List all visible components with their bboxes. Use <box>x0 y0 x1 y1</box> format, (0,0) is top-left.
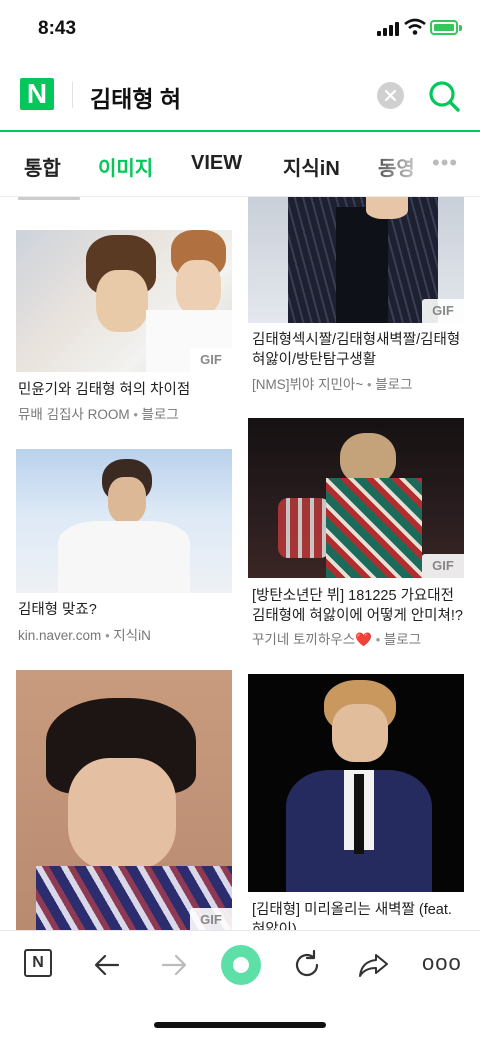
status-time: 8:43 <box>38 18 77 39</box>
result-source-name[interactable]: 꾸기네 토끼하우스❤️ <box>252 632 372 647</box>
battery-icon <box>430 20 458 35</box>
result-source-type: 블로그 <box>141 407 179 422</box>
result-source-type: 지식iN <box>113 628 151 643</box>
header-divider <box>72 82 73 108</box>
naver-logo[interactable]: N <box>20 78 54 110</box>
result-caption[interactable]: 김태형섹시짤/김태형새벽짤/김태형 혀앓이/방탄탐구생활 <box>252 330 466 370</box>
tabs-fade-overlay <box>360 140 430 188</box>
result-image[interactable]: GIF <box>16 230 232 372</box>
tab-knowledge-in[interactable]: 지식iN <box>283 152 340 181</box>
clear-search-button[interactable] <box>377 82 404 109</box>
naver-home-button[interactable]: N <box>22 947 58 983</box>
tab-view[interactable]: VIEW <box>191 152 242 175</box>
result-source-type: 블로그 <box>383 632 422 647</box>
gif-badge: GIF <box>422 554 464 578</box>
more-options-icon[interactable]: ooo <box>422 950 462 976</box>
result-image[interactable]: GIF <box>248 418 464 578</box>
tab-integrated[interactable]: 통합 <box>24 152 61 181</box>
result-source[interactable]: 꾸기네 토끼하우스❤️ • 블로그 <box>252 628 421 648</box>
gif-badge: GIF <box>190 348 232 372</box>
result-image[interactable] <box>248 674 464 892</box>
result-image[interactable] <box>16 449 232 593</box>
cellular-signal-icon <box>377 22 399 36</box>
green-dot-button[interactable] <box>221 945 261 985</box>
battery-tip <box>459 25 462 31</box>
search-header-underline <box>0 130 480 132</box>
result-image[interactable]: GIF <box>248 197 464 323</box>
result-source-name[interactable]: [NMS]뷔야 지민아~ <box>252 377 363 392</box>
result-source[interactable]: kin.naver.com • 지식iN <box>18 624 151 644</box>
result-image[interactable]: GIF <box>16 670 232 932</box>
jersey-print <box>106 535 154 579</box>
naver-home-icon: N <box>24 949 52 977</box>
forward-arrow-icon[interactable] <box>155 947 191 983</box>
close-icon <box>384 89 397 102</box>
gif-badge: GIF <box>190 908 232 932</box>
home-indicator <box>154 1022 326 1028</box>
refresh-icon[interactable] <box>289 947 325 983</box>
result-source-name[interactable]: kin.naver.com <box>18 628 101 643</box>
wifi-icon <box>404 18 426 35</box>
result-source-type: 블로그 <box>375 377 413 392</box>
result-source[interactable]: [NMS]뷔야 지민아~ • 블로그 <box>252 373 412 393</box>
back-arrow-icon[interactable] <box>90 947 126 983</box>
tab-images[interactable]: 이미지 <box>98 152 153 181</box>
result-caption[interactable]: [방탄소년단 뷔] 181225 가요대전 김태형에 혀앓이에 어떻게 안미쳐!… <box>252 586 466 626</box>
search-input[interactable]: 김태형 혀 <box>90 80 181 114</box>
search-icon[interactable] <box>427 79 461 113</box>
result-caption[interactable]: 민윤기와 김태형 혀의 차이점 <box>18 380 232 400</box>
result-source-name[interactable]: 뮤배 김집사 ROOM <box>18 407 130 422</box>
result-source[interactable]: 뮤배 김집사 ROOM • 블로그 <box>18 403 179 423</box>
previous-caption-fragment <box>18 197 80 200</box>
share-icon[interactable] <box>356 947 392 983</box>
more-tabs-icon[interactable]: ••• <box>432 150 458 176</box>
gif-badge: GIF <box>422 299 464 323</box>
result-caption[interactable]: 김태형 맞죠? <box>18 600 232 620</box>
